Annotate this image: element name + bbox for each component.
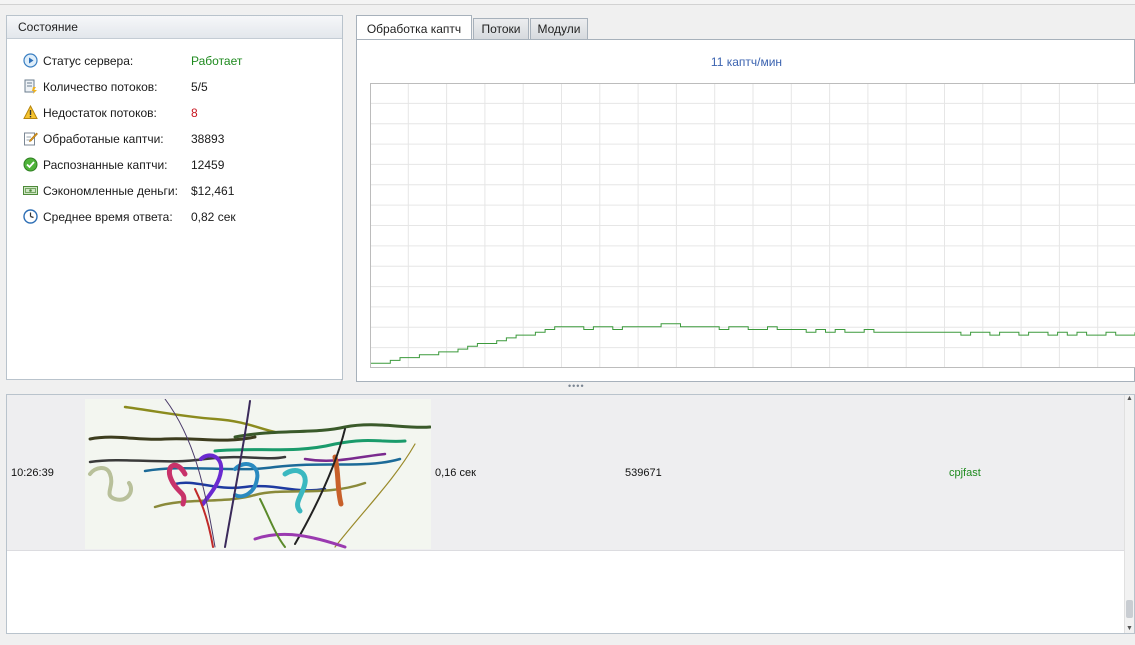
tab-threads[interactable]: Потоки [473,18,529,39]
scroll-up-icon[interactable]: ▲ [1125,395,1134,403]
warning-icon [23,104,38,120]
check-circle-icon [23,157,38,172]
status-label: Сэкономленные деньги: [43,184,178,198]
splitter-handle[interactable]: •••• [568,382,584,391]
log-captcha-id: 539671 [625,467,662,479]
status-panel-title: Состояние [7,16,342,39]
status-value-money: $12,461 [191,184,235,198]
money-icon [23,183,38,198]
captcha-drawing [88,398,432,549]
status-label: Обработаные каптчи: [43,132,164,146]
scroll-thumb[interactable] [1126,600,1133,618]
status-label: Среднее время ответа: [43,210,173,224]
top-border [0,0,1135,5]
log-scrollbar[interactable]: ▲ ▼ [1124,395,1134,633]
scroll-down-icon[interactable]: ▼ [1125,625,1134,633]
status-label: Распознанные каптчи: [43,158,168,172]
play-circle-icon [23,53,38,68]
status-value-processed: 38893 [191,132,225,146]
threads-icon [23,79,38,94]
clock-icon [23,209,38,224]
status-label: Статус сервера: [43,54,134,68]
status-label: Количество потоков: [43,80,158,94]
log-time: 10:26:39 [11,467,54,479]
chart-title: 11 каптч/мин [710,55,783,69]
status-panel: Состояние Статус сервера: Работает Колич… [6,15,343,380]
status-value-response-time: 0,82 сек [191,210,236,224]
chart-panel: Обработка каптч Потоки Модули 11 каптч/м… [356,15,1135,382]
tab-modules[interactable]: Модули [530,18,588,39]
edit-note-icon [23,131,38,146]
status-value-recognized: 12459 [191,158,225,172]
status-label: Недостаток потоков: [43,106,157,120]
log-duration: 0,16 сек [435,467,476,479]
status-value-server: Работает [191,54,243,68]
status-value-threads: 5/5 [191,80,208,94]
log-panel: 10:26:39 0,16 сек 539671 cpjfast ▲ ▼ [6,394,1135,634]
captcha-image [85,398,432,549]
tab-captcha-processing[interactable]: Обработка каптч [356,15,472,40]
status-value-shortage: 8 [191,106,198,120]
rate-line-chart [370,83,1135,368]
table-row[interactable]: 10:26:39 0,16 сек 539671 cpjfast [7,395,1127,551]
log-module: cpjfast [949,467,981,479]
chart-body: 11 каптч/мин [356,39,1135,382]
